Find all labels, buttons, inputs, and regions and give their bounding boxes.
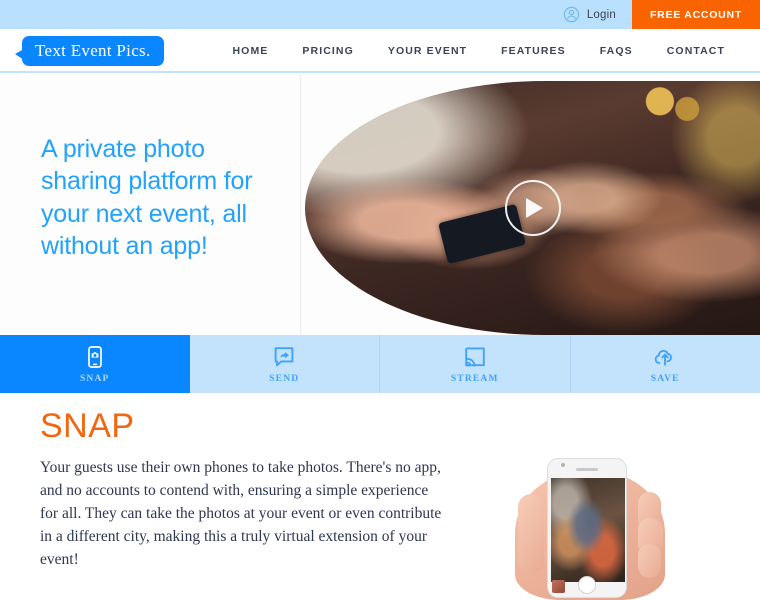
section-title: SNAP: [40, 407, 135, 445]
tab-stream-label: STREAM: [450, 373, 499, 384]
site-logo[interactable]: Text Event Pics.: [15, 36, 164, 66]
login-button[interactable]: Login: [553, 0, 632, 29]
feature-tab-strip: SNAP SEND STREAM SAVE: [0, 335, 760, 401]
nav-item-pricing[interactable]: PRICING: [285, 45, 370, 57]
cloud-upload-icon: [653, 345, 677, 369]
section-body-text: Your guests use their own phones to take…: [40, 459, 442, 568]
camera-roll-thumbnail: [552, 580, 565, 593]
smartphone-graphic: [547, 458, 627, 598]
nav-item-home[interactable]: HOME: [216, 45, 286, 57]
nav-item-faqs[interactable]: FAQS: [583, 45, 650, 57]
phone-camera-icon: [83, 345, 107, 369]
cast-screen-icon: [463, 345, 487, 369]
utility-bar: Login FREE ACCOUNT: [0, 0, 760, 29]
tab-snap-label: SNAP: [79, 373, 110, 384]
hero-divider: [300, 75, 301, 335]
message-share-icon: [272, 345, 296, 369]
tab-save-label: SAVE: [650, 373, 680, 384]
hero-video-thumbnail[interactable]: [305, 81, 760, 335]
phone-illustration: [515, 452, 665, 600]
main-navigation: Text Event Pics. HOME PRICING YOUR EVENT…: [0, 29, 760, 73]
phone-screen-photo: [551, 478, 625, 582]
free-account-button[interactable]: FREE ACCOUNT: [631, 0, 760, 29]
play-button[interactable]: [504, 180, 561, 236]
finger-graphic-3: [638, 544, 661, 578]
phone-speaker-icon: [576, 468, 598, 471]
tab-snap[interactable]: SNAP: [0, 335, 190, 401]
nav-item-features[interactable]: FEATURES: [484, 45, 583, 57]
tab-stream[interactable]: STREAM: [380, 335, 571, 393]
tab-send[interactable]: SEND: [190, 335, 380, 393]
nav-item-your-event[interactable]: YOUR EVENT: [371, 45, 484, 57]
nav-item-contact[interactable]: CONTACT: [650, 45, 742, 57]
user-circle-icon: [563, 6, 580, 23]
nav-links: HOME PRICING YOUR EVENT FEATURES FAQS CO…: [216, 29, 743, 73]
hero-headline: A private photo sharing platform for you…: [41, 135, 253, 260]
tab-send-label: SEND: [269, 373, 300, 384]
logo-text: Text Event Pics.: [35, 41, 151, 60]
play-triangle-icon: [526, 198, 543, 218]
phone-front-camera-icon: [561, 463, 565, 467]
hero-section: A private photo sharing platform for you…: [0, 75, 760, 335]
thumb-graphic: [518, 494, 544, 572]
tab-save[interactable]: SAVE: [571, 335, 760, 393]
login-label: Login: [586, 8, 616, 21]
camera-shutter-button: [578, 576, 596, 594]
